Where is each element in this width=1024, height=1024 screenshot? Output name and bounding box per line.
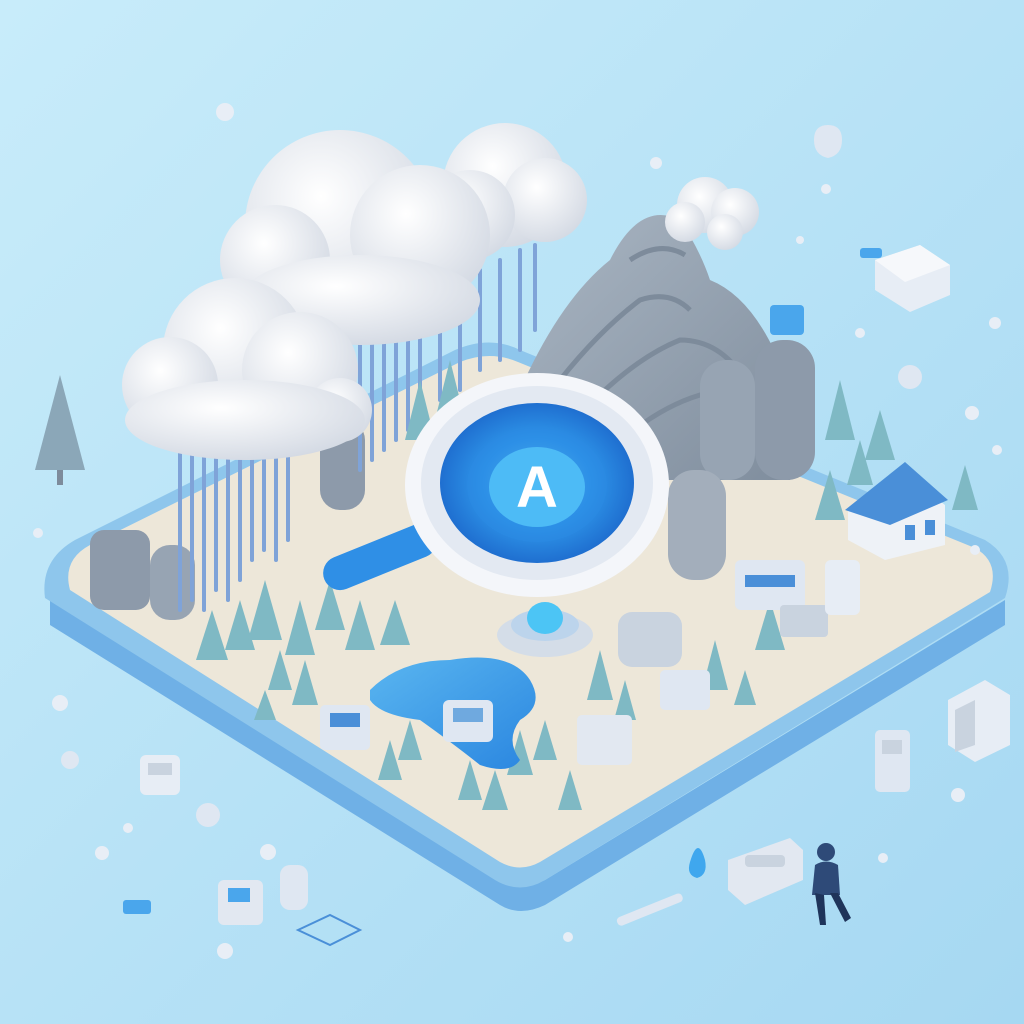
blue-chip xyxy=(123,900,151,914)
small-device xyxy=(875,730,910,792)
small-robot xyxy=(140,755,180,795)
isometric-map-scene: A xyxy=(0,0,1024,1024)
rock-pillar xyxy=(668,470,726,580)
sign-icon xyxy=(770,305,804,335)
globe-ball xyxy=(196,803,220,827)
rock-pillar xyxy=(755,340,815,480)
rock-pillar xyxy=(150,545,195,620)
lens-letter: A xyxy=(516,455,558,520)
rock-pillar xyxy=(90,530,150,610)
rock-pillar xyxy=(700,360,755,480)
